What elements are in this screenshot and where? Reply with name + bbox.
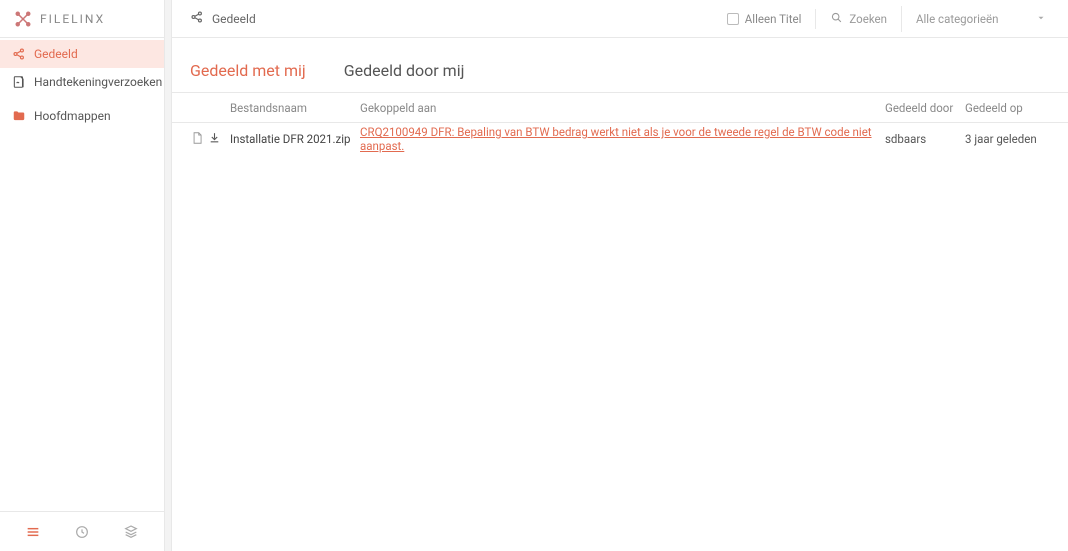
sidebar-footer xyxy=(0,511,164,551)
shared-by: sdbaars xyxy=(885,132,965,146)
sidebar-nav: Gedeeld Handtekeningverzoeken xyxy=(0,38,164,511)
shared-on: 3 jaar geleden xyxy=(965,132,1050,146)
chevron-down-icon xyxy=(1036,12,1046,26)
sidebar-item-label: Handtekeningverzoeken xyxy=(34,75,162,89)
scroll-strip xyxy=(165,0,172,551)
table-header: Bestandsnaam Gekoppeld aan Gedeeld door … xyxy=(172,93,1068,123)
sidebar-item-label: Gedeeld xyxy=(34,47,78,61)
sidebar: FILELINX Gedeeld xyxy=(0,0,165,551)
col-name[interactable]: Bestandsnaam xyxy=(230,101,360,115)
linked-link[interactable]: CRQ2100949 DFR: Bepaling van BTW bedrag … xyxy=(360,125,872,153)
layers-icon[interactable] xyxy=(122,523,140,541)
share-icon xyxy=(190,10,204,27)
tab-shared-by-me[interactable]: Gedeeld door mij xyxy=(344,61,465,92)
col-linked[interactable]: Gekoppeld aan xyxy=(360,101,885,115)
divider xyxy=(815,9,816,29)
file-icon xyxy=(190,131,208,148)
page-title: Gedeeld xyxy=(212,12,256,26)
sidebar-item-handtekening[interactable]: Handtekeningverzoeken xyxy=(0,68,164,96)
signature-icon xyxy=(12,75,26,89)
breadcrumb: Gedeeld xyxy=(190,10,717,27)
tab-shared-with-me[interactable]: Gedeeld met mij xyxy=(190,61,306,92)
table-body: Installatie DFR 2021.zip CRQ2100949 DFR:… xyxy=(172,123,1068,155)
table-row[interactable]: Installatie DFR 2021.zip CRQ2100949 DFR:… xyxy=(172,123,1068,155)
topbar: Gedeeld Alleen Titel Zoeken xyxy=(172,0,1068,38)
search-icon xyxy=(830,11,843,27)
share-icon xyxy=(12,47,26,61)
logo-mark-icon xyxy=(14,10,32,28)
col-sharedby[interactable]: Gedeeld door xyxy=(885,101,965,115)
sidebar-item-label: Hoofdmappen xyxy=(34,109,111,123)
topbar-actions: Alleen Titel Zoeken Alle categorieën xyxy=(727,6,1056,32)
clock-icon[interactable] xyxy=(73,523,91,541)
main-content: Gedeeld Alleen Titel Zoeken xyxy=(172,0,1068,551)
sidebar-item-gedeeld[interactable]: Gedeeld xyxy=(0,40,164,68)
sidebar-item-hoofdmappen[interactable]: Hoofdmappen xyxy=(0,102,164,130)
brand-logo: FILELINX xyxy=(0,0,164,38)
title-only-checkbox[interactable]: Alleen Titel xyxy=(727,12,802,26)
search-placeholder: Zoeken xyxy=(849,12,887,26)
search-input[interactable]: Zoeken xyxy=(830,11,887,27)
folder-icon xyxy=(12,109,26,123)
category-select[interactable]: Alle categorieën xyxy=(901,6,1056,32)
col-sharedon[interactable]: Gedeeld op xyxy=(965,101,1050,115)
brand-name: FILELINX xyxy=(40,12,105,26)
checkbox-icon xyxy=(727,13,739,25)
tabs: Gedeeld met mij Gedeeld door mij xyxy=(172,38,1068,93)
menu-icon[interactable] xyxy=(24,523,42,541)
checkbox-label: Alleen Titel xyxy=(745,12,802,26)
download-button[interactable] xyxy=(208,131,230,147)
category-label: Alle categorieën xyxy=(916,12,998,26)
file-name: Installatie DFR 2021.zip xyxy=(230,132,360,146)
